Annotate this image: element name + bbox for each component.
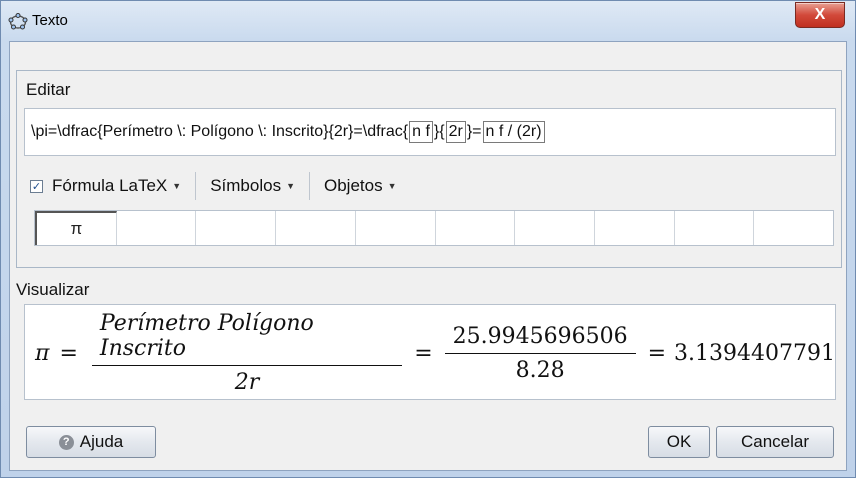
symbol-cell[interactable] [196, 211, 277, 245]
symbol-cell[interactable] [117, 211, 197, 245]
symbol-cell[interactable] [515, 211, 595, 245]
fraction-1: Perímetro Polígono Inscrito 2r [91, 311, 403, 395]
cancel-button[interactable]: Cancelar [716, 426, 834, 458]
help-label: Ajuda [79, 432, 124, 451]
formula-equals-3: = [647, 340, 667, 366]
toolbar-divider [309, 172, 310, 200]
latex-label: Fórmula LaTeX [52, 176, 168, 195]
fraction-2-denominator: 8.28 [444, 352, 636, 383]
help-button[interactable]: ? Ajuda [26, 426, 156, 458]
latex-checkbox[interactable]: ✓ [30, 179, 43, 193]
cancel-label: Cancelar [740, 432, 810, 451]
edit-toolbar: ✓ Fórmula LaTeX ▼ Símbolos ▼ Objetos ▼ [30, 170, 397, 202]
symbol-cell[interactable] [436, 211, 516, 245]
help-icon: ? [58, 434, 74, 450]
toolbar-divider [195, 172, 197, 200]
symbol-cell[interactable] [595, 211, 675, 245]
formula-lhs: π [35, 340, 50, 366]
chevron-down-icon: ▼ [286, 181, 295, 191]
window-title: Texto [32, 12, 68, 29]
geogebra-icon [8, 13, 28, 30]
preview-box: π = Perímetro Polígono Inscrito 2r = 25.… [24, 304, 836, 400]
formula-equals-2: = [414, 340, 433, 366]
objects-menu[interactable]: Objetos ▼ [324, 176, 397, 196]
ok-label: OK [666, 432, 692, 451]
symbol-cell[interactable] [276, 211, 356, 245]
symbol-cell[interactable] [356, 211, 436, 245]
fraction-2: 25.9945696506 8.28 [444, 323, 636, 383]
latex-input-field[interactable]: \pi=\dfrac{Perímetro \: Polígono \: Insc… [24, 108, 836, 156]
rendered-formula: π = Perímetro Polígono Inscrito 2r = 25.… [35, 305, 835, 401]
symbol-cell[interactable] [675, 211, 755, 245]
symbol-cell[interactable] [754, 211, 833, 245]
close-icon: X [814, 6, 826, 23]
close-button[interactable]: X [795, 2, 845, 28]
dynamic-object-box-3[interactable]: n f / (2r) [482, 121, 545, 143]
chevron-down-icon: ▼ [387, 181, 397, 191]
formula-result: 3.1394407791 [674, 340, 835, 366]
latex-toggle[interactable]: ✓ Fórmula LaTeX ▼ [30, 176, 181, 196]
symbols-label: Símbolos [210, 176, 282, 195]
fraction-1-denominator: 2r [91, 365, 403, 395]
fraction-2-numerator: 25.9945696506 [452, 323, 628, 349]
formula-equals-1: = [59, 340, 78, 366]
preview-section-label: Visualizar [16, 280, 90, 299]
input-text-prefix: \pi=\dfrac{Perímetro \: Polígono \: Insc… [31, 123, 409, 140]
chevron-down-icon: ▼ [172, 181, 182, 191]
input-text-mid2: }= [466, 123, 482, 140]
dynamic-object-box-2[interactable]: 2r [445, 121, 466, 143]
recent-symbols-table: π [34, 210, 834, 246]
edit-section-label: Editar [26, 80, 71, 99]
symbols-menu[interactable]: Símbolos ▼ [210, 176, 295, 196]
ok-button[interactable]: OK [648, 426, 710, 458]
symbol-cell[interactable]: π [35, 211, 117, 245]
objects-label: Objetos [324, 176, 383, 195]
title-bar[interactable]: Texto X [1, 1, 856, 41]
dynamic-object-box-1[interactable]: n f [409, 121, 433, 143]
fraction-1-numerator: Perímetro Polígono Inscrito [99, 311, 314, 361]
input-text-mid1: }{ [433, 123, 445, 140]
